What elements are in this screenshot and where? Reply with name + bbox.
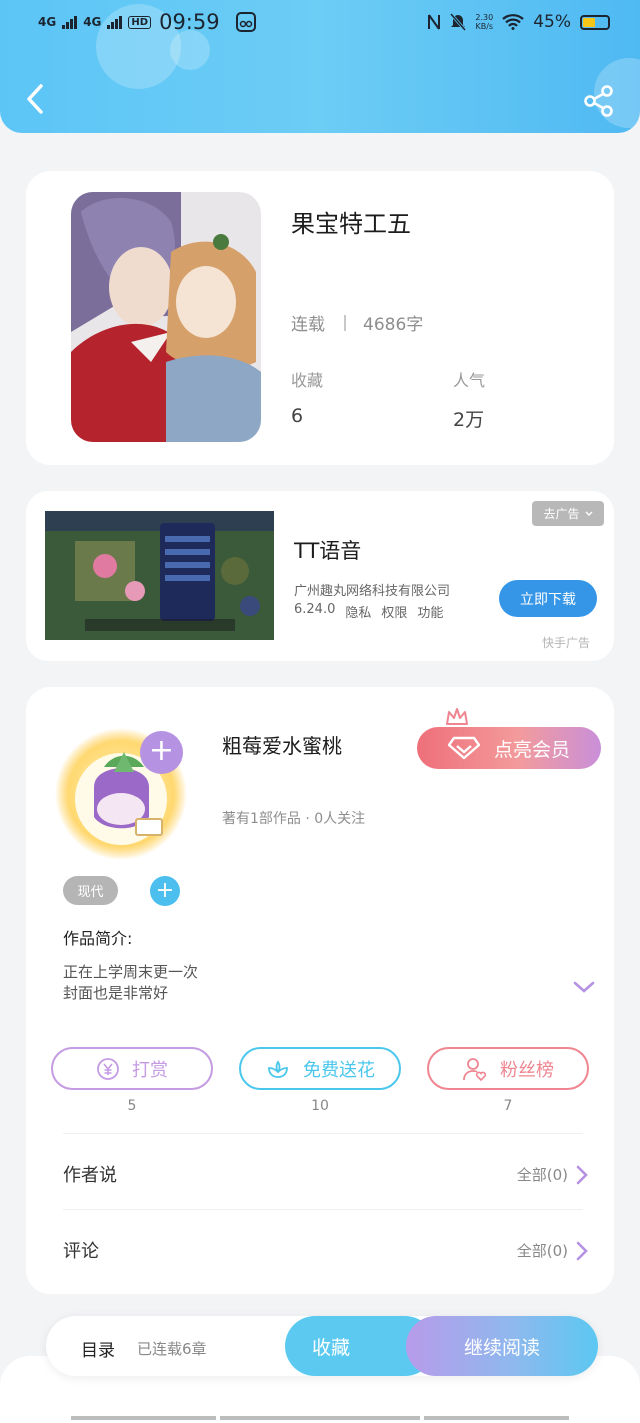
ad-permissions-link[interactable]: 权限 — [381, 602, 407, 621]
battery-percent: 45% — [533, 12, 571, 32]
author-says-label: 作者说 — [63, 1165, 117, 1186]
back-arrow-icon[interactable] — [22, 80, 50, 118]
vip-button[interactable]: 点亮会员 — [417, 727, 601, 769]
divider — [63, 1209, 583, 1210]
divider — [344, 314, 346, 331]
crown-icon — [446, 708, 468, 725]
chevron-right-icon — [576, 1241, 588, 1260]
chevron-right-icon — [576, 1165, 588, 1184]
divider — [63, 1133, 583, 1134]
table-of-contents-button[interactable]: 目录 — [81, 1336, 115, 1361]
ad-title: TT语音 — [294, 539, 362, 563]
remove-ad-button[interactable]: 去广告 — [532, 501, 604, 526]
wifi-icon — [502, 14, 524, 30]
tip-button[interactable]: 打赏 — [51, 1047, 213, 1090]
stat-favorites: 收藏 6 — [291, 371, 324, 427]
book-title: 果宝特工五 — [291, 210, 411, 238]
ad-image[interactable] — [45, 511, 274, 640]
mute-icon — [450, 13, 467, 31]
ad-version: 6.24.0 — [294, 602, 336, 617]
app-notification-icon — [235, 12, 256, 32]
diamond-icon — [447, 736, 480, 760]
ad-features-link[interactable]: 功能 — [417, 602, 443, 621]
follow-author-button[interactable]: + — [140, 731, 183, 774]
ad-privacy-link[interactable]: 隐私 — [345, 602, 371, 621]
author-card: + 粗莓爱水蜜桃 著有1部作品 · 0人关注 点亮会员 现代 + 作品简介: 正… — [26, 687, 614, 1294]
intro-text: 正在上学周末更一次 封面也是非常好 — [63, 963, 199, 1002]
fan-count: 7 — [503, 1098, 513, 1114]
signal-icon — [107, 15, 123, 29]
intro-label: 作品简介: — [63, 929, 133, 948]
ad-card[interactable]: TT语音 广州趣丸网络科技有限公司 6.24.0 隐私 权限 功能 去广告 立即… — [26, 491, 614, 661]
author-info: 著有1部作品 · 0人关注 — [222, 811, 366, 827]
chevron-down-icon — [585, 511, 592, 516]
book-cover-image[interactable] — [71, 192, 261, 442]
flower-icon — [268, 1059, 288, 1078]
ad-company: 广州趣丸网络科技有限公司 — [294, 584, 451, 599]
fan-ranking-button[interactable]: 粉丝榜 — [427, 1047, 589, 1090]
ad-meta: 6.24.0 隐私 权限 功能 — [294, 602, 443, 621]
serial-status: 连载 — [291, 315, 325, 335]
network-label: 4G — [83, 15, 102, 29]
book-info-card: 果宝特工五 连载 4686字 收藏 6 人气 2万 — [26, 171, 614, 465]
battery-icon — [580, 14, 610, 30]
chapter-count: 已连载6章 — [137, 1340, 207, 1358]
stat-popularity: 人气 2万 — [453, 371, 486, 431]
tip-count: 5 — [127, 1098, 137, 1114]
coin-icon — [97, 1057, 119, 1080]
nfc-icon — [428, 14, 441, 30]
flower-count: 10 — [311, 1098, 329, 1114]
share-icon[interactable] — [582, 84, 616, 118]
hd-icon: HD — [128, 15, 152, 29]
clock: 09:59 — [159, 10, 220, 34]
genre-tag[interactable]: 现代 — [63, 876, 118, 905]
expand-chevron-icon[interactable] — [572, 979, 596, 995]
author-says-all-link[interactable]: 全部(0) — [517, 1164, 588, 1185]
word-count: 4686字 — [363, 315, 424, 335]
book-status-line: 连载 4686字 — [291, 310, 423, 335]
header-bar: 4G 4G HD 09:59 2.30 KB/s 45% — [0, 0, 640, 133]
user-heart-icon — [463, 1057, 487, 1081]
network-label: 4G — [38, 15, 57, 29]
ad-source-label: 快手广告 — [542, 636, 591, 650]
nav-indicator — [424, 1416, 569, 1420]
add-tag-button[interactable]: + — [150, 876, 180, 906]
comments-all-link[interactable]: 全部(0) — [517, 1240, 588, 1261]
author-name: 粗莓爱水蜜桃 — [222, 734, 342, 758]
net-speed: 2.30 KB/s — [475, 13, 494, 31]
download-button[interactable]: 立即下载 — [499, 580, 597, 617]
nav-indicator — [220, 1416, 420, 1420]
status-bar: 4G 4G HD 09:59 2.30 KB/s 45% — [0, 0, 640, 50]
send-flower-button[interactable]: 免费送花 — [239, 1047, 401, 1090]
continue-reading-button[interactable]: 继续阅读 — [406, 1316, 598, 1376]
comments-label: 评论 — [63, 1241, 99, 1262]
bottom-action-bar: 目录 已连载6章 收藏 继续阅读 — [46, 1316, 598, 1376]
nav-indicator — [71, 1416, 216, 1420]
signal-icon — [62, 15, 78, 29]
